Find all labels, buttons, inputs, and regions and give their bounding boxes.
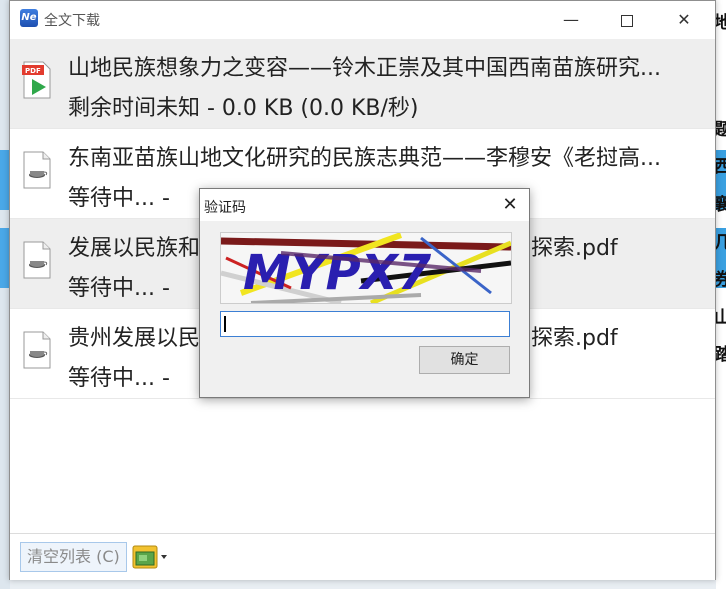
background-text: 襄 [716, 195, 726, 215]
file-name: 东南亚苗族山地文化研究的民族志典范——李穆安《老挝高... [68, 146, 661, 171]
captcha-image: MYPX7 [220, 232, 512, 304]
file-status: 剩余时间未知 - 0.0 KB (0.0 KB/秒) [68, 96, 419, 121]
dialog-close-button[interactable]: ✕ [496, 192, 524, 218]
file-name-left: 贵州发展以民 [68, 326, 201, 351]
clear-list-button[interactable]: 清空列表 (C) [20, 542, 127, 572]
minimize-icon: — [563, 10, 579, 29]
background-text: 地 [716, 13, 726, 33]
maximize-button[interactable] [604, 5, 650, 35]
title-bar[interactable]: Ne 全文下载 — ✕ [10, 1, 715, 39]
file-name-left: 发展以民族和 [68, 236, 201, 261]
file-name: 山地民族想象力之变容——铃木正崇及其中国西南苗族研究... [68, 56, 661, 81]
background-text: 西 [716, 157, 726, 177]
captcha-text: MYPX7 [243, 245, 432, 301]
captcha-dialog: 验证码 ✕ MYPX7 确定 [199, 188, 530, 398]
bottom-toolbar: 清空列表 (C) [10, 533, 715, 580]
app-icon: Ne [20, 9, 38, 27]
captcha-input[interactable] [220, 311, 510, 337]
dialog-title: 验证码 [204, 200, 246, 216]
file-status: 等待中... - [68, 366, 170, 391]
ok-button[interactable]: 确定 [419, 346, 510, 374]
generic-file-icon [23, 241, 51, 279]
dialog-title-bar[interactable]: 验证码 ✕ [200, 189, 529, 221]
close-icon: ✕ [502, 194, 518, 215]
pdf-icon: PDF [22, 61, 51, 99]
file-status: 等待中... - [68, 186, 170, 211]
folder-icon [132, 545, 167, 569]
close-button[interactable]: ✕ [661, 5, 707, 35]
generic-file-icon [23, 151, 51, 189]
minimize-button[interactable]: — [548, 5, 594, 35]
background-text: 几 [716, 233, 726, 253]
captcha-graphic: MYPX7 [221, 233, 511, 303]
window-title: 全文下载 [44, 13, 100, 29]
download-item[interactable]: PDF 山地民族想象力之变容——铃木正崇及其中国西南苗族研究... 剩余时间未知… [10, 39, 715, 129]
background-text: 踏 [716, 345, 726, 365]
background-right-window: 地 题 西 襄 几 券 山 踏 [716, 0, 726, 589]
background-text: 山 [716, 308, 726, 328]
background-text: 题 [716, 120, 726, 140]
text-caret [224, 316, 226, 332]
open-folder-button[interactable] [132, 544, 170, 570]
file-status: 等待中... - [68, 276, 170, 301]
maximize-icon [621, 14, 633, 27]
svg-text:PDF: PDF [25, 67, 41, 75]
generic-file-icon [23, 331, 51, 369]
background-text: 券 [716, 270, 726, 290]
chevron-down-icon [161, 555, 167, 559]
close-icon: ✕ [677, 10, 691, 29]
